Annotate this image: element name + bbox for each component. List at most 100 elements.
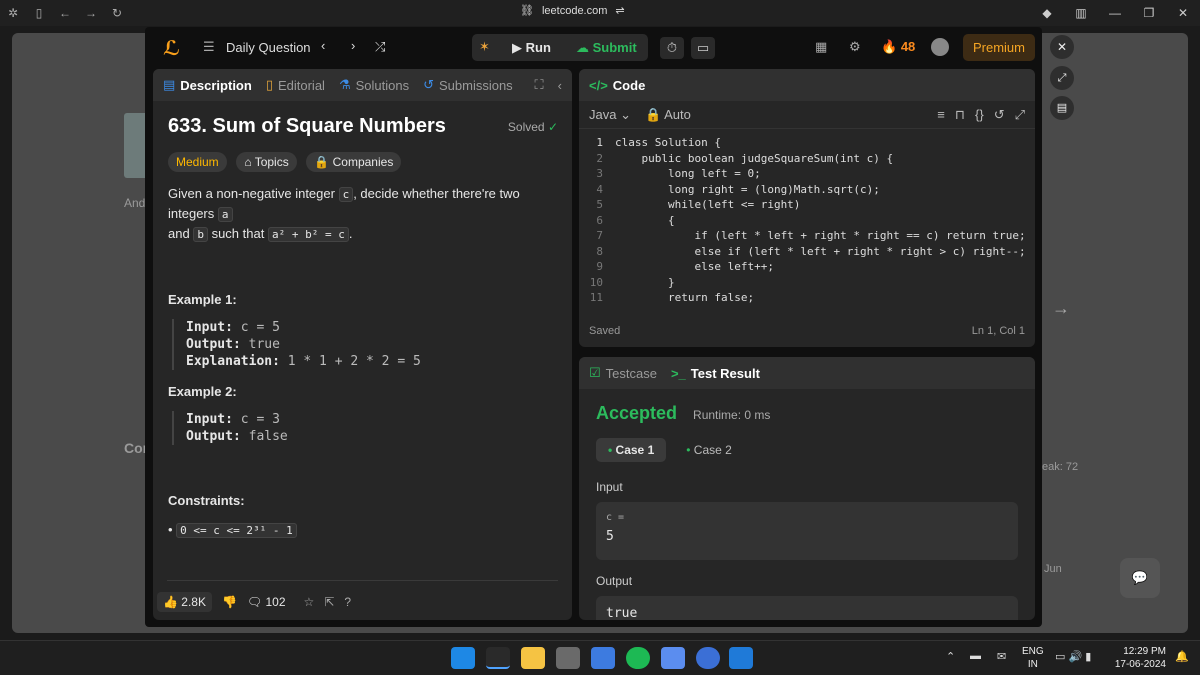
taskbar: ⌃ ▬ ✉ ENG IN ▭ 🔊 ▮ 12:29 PM 17-06-2024 🔔 [0,640,1200,675]
clock[interactable]: 12:29 PM 17-06-2024 [1110,645,1166,671]
list-icon[interactable]: ☰ [203,39,215,55]
expand-icon[interactable]: ⤢ [1050,66,1074,90]
notification-icon[interactable]: 🔔 [1175,650,1189,663]
extension-icon[interactable]: ◆ [1030,0,1064,26]
tab-testcase[interactable]: ☑ Testcase [589,365,657,381]
tab-code[interactable]: </> Code [589,78,645,93]
notes-icon[interactable]: ▭ [691,37,715,59]
topics-button[interactable]: ⌂ Topics [236,152,297,172]
tab-submissions[interactable]: ↺ Submissions [423,77,513,93]
line-number: 7 [596,229,603,242]
code-line: class Solution { [615,136,721,149]
reset-icon[interactable]: ↺ [994,107,1005,123]
run-label: Run [525,40,551,55]
reload-icon[interactable]: ↻ [104,6,130,20]
daily-question-link[interactable]: Daily Question [226,40,311,55]
tray-chevron-icon[interactable]: ⌃ [946,650,955,663]
store-icon[interactable] [591,647,615,669]
example-title: Example 2: [168,384,237,399]
solved-label: Solved [507,119,545,134]
tab-editorial[interactable]: ▯ Editorial [266,77,325,93]
browser-app-icon[interactable] [486,647,510,669]
collapse-icon[interactable]: ‹ [558,78,562,93]
submit-button[interactable]: ☁ Submit [576,40,637,56]
tab-description[interactable]: ▤ Description [163,77,252,93]
tab-label: Testcase [605,365,657,381]
start-icon[interactable] [451,647,475,669]
expand-editor-icon[interactable]: ⤢ [1015,107,1025,123]
streak-counter[interactable]: 🔥 48 [881,39,915,55]
tray-icon[interactable]: ✉ [997,650,1006,663]
next-problem-icon[interactable]: › [351,38,355,53]
file-explorer-icon[interactable] [521,647,545,669]
site-settings-icon[interactable]: ⇌ [615,4,624,17]
premium-button[interactable]: Premium [963,34,1035,61]
settings-app-icon[interactable] [556,647,580,669]
line-number: 9 [596,260,603,273]
leetcode-logo-icon[interactable]: ℒ [163,36,180,61]
companies-button[interactable]: 🔒 Companies [306,152,402,172]
checkbox-icon: ☑ [589,365,601,380]
forward-icon[interactable]: → [78,6,104,20]
notepad-icon[interactable] [661,647,685,669]
comments-button[interactable]: 🗨 102 [247,595,286,609]
spotify-icon[interactable] [626,647,650,669]
chat-icon[interactable]: 💬 [1120,558,1160,598]
close-window-icon[interactable]: ✕ [1166,0,1200,26]
braces-icon[interactable]: {} [975,107,984,123]
layout-grid-icon[interactable]: ▦ [815,39,827,55]
dislike-icon[interactable]: 👎 [222,595,237,609]
like-button[interactable]: 👍 2.8K [157,592,212,612]
star-icon[interactable]: ☆ [304,595,315,609]
case-2-tab[interactable]: • Case 2 [678,438,740,462]
timer-icon[interactable]: ⏱ [660,37,684,59]
settings-icon[interactable]: ⚙ [849,39,861,55]
prev-problem-icon[interactable]: ‹ [321,38,325,53]
bg-arrow-icon: → [1052,298,1070,318]
tab-label: Test Result [690,365,760,381]
language-indicator[interactable]: ENG IN [1022,645,1044,671]
mode-label: Auto [664,106,691,122]
run-button[interactable]: ▶ Run [512,40,551,56]
time: 12:29 PM [1123,646,1166,657]
format-icon[interactable]: ≡ [937,107,945,123]
back-icon[interactable]: ← [52,6,78,20]
avatar[interactable] [931,38,949,56]
layout-icon[interactable]: ▤ [1050,96,1074,120]
code-line: long right = (long)Math.sqrt(c); [615,182,880,196]
share-icon[interactable]: ⇱ [324,595,334,609]
editor-toolbar: Java ⌄ 🔒 Auto ≡ ⊓ {} ↺ ⤢ [579,101,1035,129]
code-panel: </> Code Java ⌄ 🔒 Auto ≡ ⊓ {} ↺ ⤢ 1234567… [579,69,1035,347]
help-icon[interactable]: ? [344,595,351,609]
split-view-icon[interactable]: ▥ [1064,0,1098,26]
language-select[interactable]: Java ⌄ [589,107,631,123]
tab-solutions[interactable]: ⚗ Solutions [339,77,409,93]
app-icon[interactable] [696,647,720,669]
case-1-tab[interactable]: • Case 1 [596,438,667,462]
debug-icon[interactable]: ✶ [479,39,490,55]
auto-mode[interactable]: 🔒 Auto [645,107,691,123]
cursor-position: Ln 1, Col 1 [971,325,1025,337]
bookmark-icon[interactable]: ⊓ [955,107,965,123]
line-number: 5 [596,198,603,211]
tab-label: Submissions [438,77,513,93]
shuffle-icon[interactable]: ⤮ [375,39,385,55]
code-icon: </> [589,77,608,93]
browser-logo-icon[interactable]: ✲ [0,6,26,20]
code-line: if (left * left + right * right == c) re… [615,229,1026,242]
address-bar[interactable]: ⛓ leetcode.com ⇌ [520,4,625,18]
problem-title[interactable]: 633. Sum of Square Numbers [168,115,446,138]
close-overlay-icon[interactable]: ✕ [1050,35,1074,59]
fullscreen-icon[interactable]: ⛶ [535,77,544,93]
line-number: 12 [579,306,603,310]
tab-test-result[interactable]: >_ Test Result [671,366,760,381]
code-tabs: </> Code [579,69,1035,101]
vscode-icon[interactable] [729,647,753,669]
desc-code: b [193,227,208,242]
network-icon[interactable]: ▭ 🔊 ▮ [1055,650,1091,663]
minimize-icon[interactable]: — [1098,0,1132,26]
tray-icon[interactable]: ▬ [970,650,981,662]
sidebar-toggle-icon[interactable]: ▯ [26,6,52,20]
maximize-icon[interactable]: ❐ [1132,0,1166,26]
code-editor[interactable]: 123456789101112 class Solution { public … [579,129,1035,309]
